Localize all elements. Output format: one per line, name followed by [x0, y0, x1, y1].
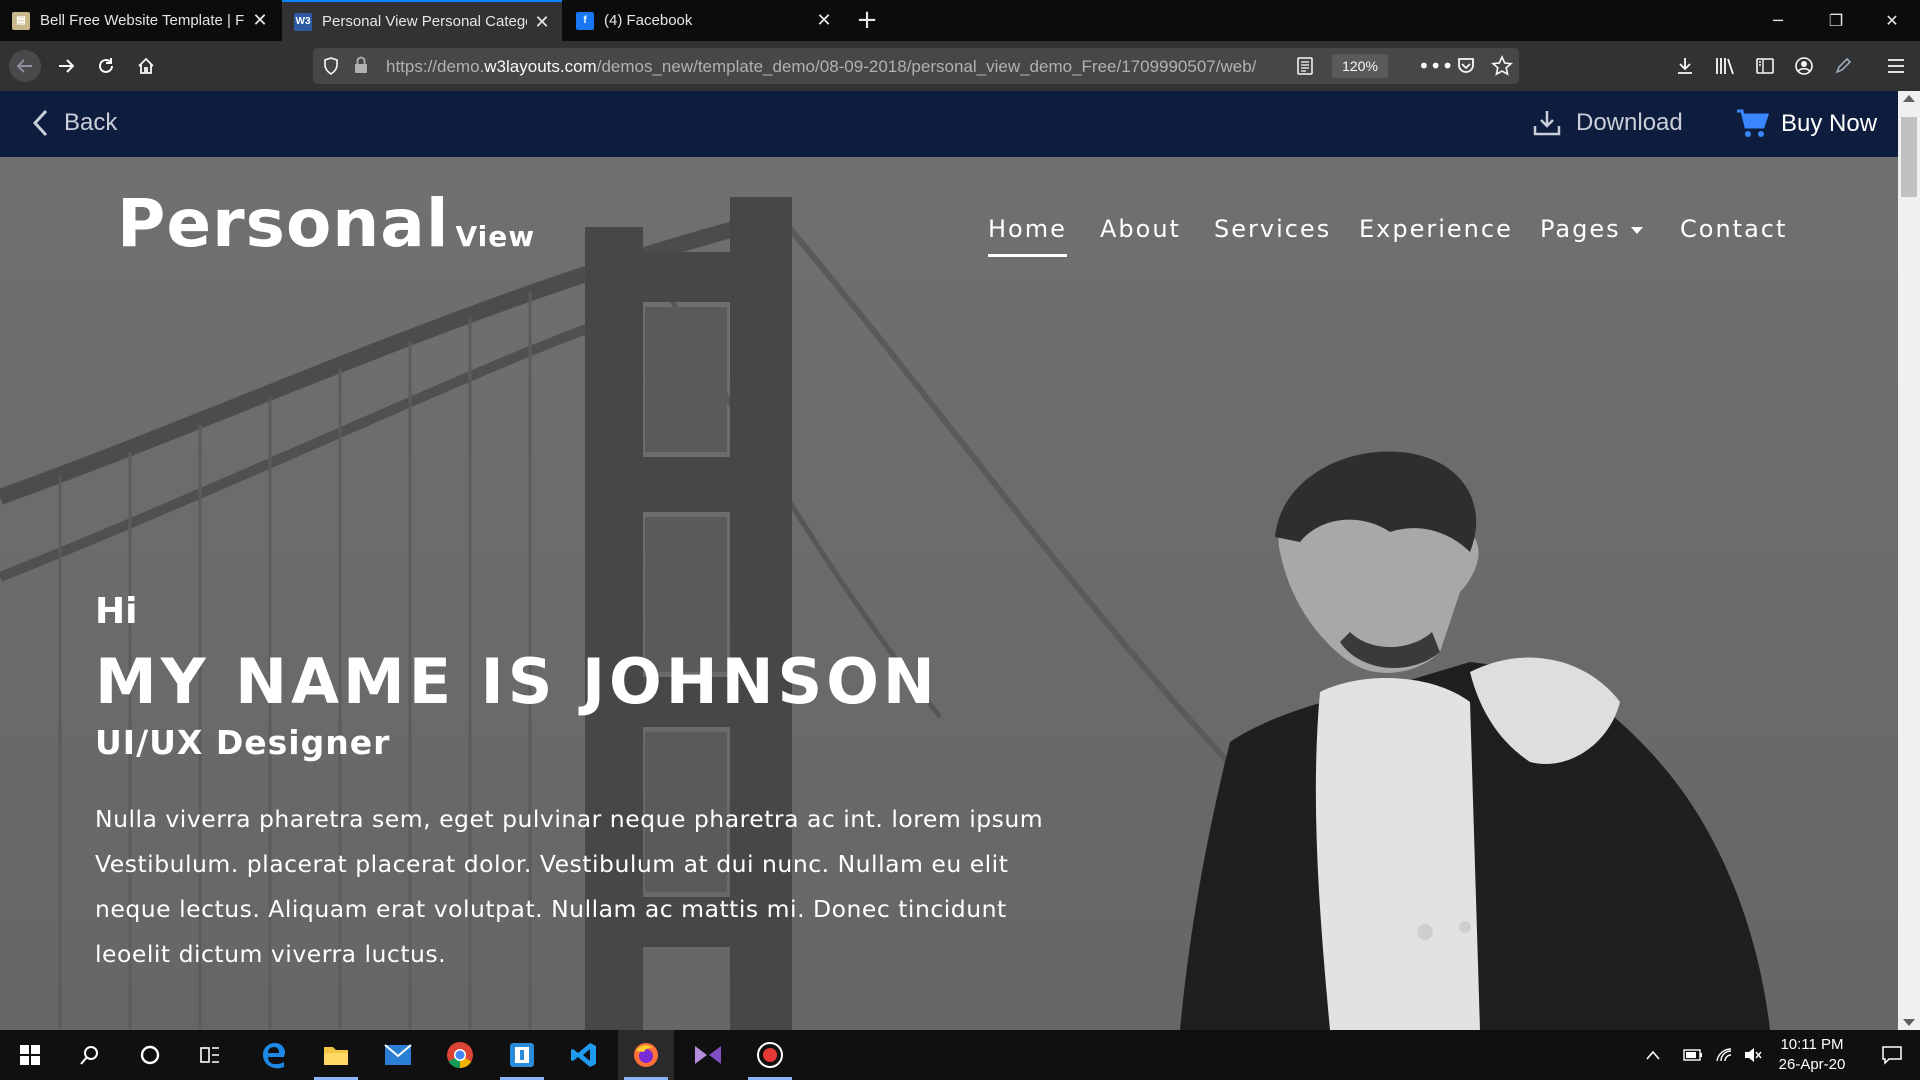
bookmark-star-icon[interactable]	[1491, 55, 1513, 81]
chrome-icon[interactable]	[432, 1030, 488, 1080]
buy-now-button[interactable]: Buy Now	[1735, 108, 1877, 140]
notifications-icon[interactable]	[1864, 1030, 1920, 1080]
back-label: Back	[64, 109, 118, 136]
nav-services[interactable]: Services	[1214, 215, 1331, 243]
close-icon[interactable]: ✕	[532, 12, 552, 32]
library-icon[interactable]	[1709, 50, 1741, 82]
download-button[interactable]: Download	[1532, 108, 1683, 138]
facebook-icon: f	[576, 11, 594, 30]
minimize-button[interactable]: ─	[1750, 0, 1806, 41]
hamburger-menu-icon[interactable]	[1880, 50, 1912, 82]
firefox-icon[interactable]	[618, 1030, 674, 1080]
new-tab-button[interactable]: +	[852, 6, 882, 36]
hero-section: Personal View Home About Services Experie…	[0, 157, 1898, 1030]
windows-taskbar: 10:11 PM 26-Apr-20	[0, 1030, 1920, 1080]
reload-icon[interactable]	[90, 50, 122, 82]
nav-about[interactable]: About	[1100, 215, 1181, 243]
back-link[interactable]: Back	[30, 108, 117, 138]
sidebar-icon[interactable]	[1749, 50, 1781, 82]
scrollbar-thumb[interactable]	[1901, 117, 1917, 197]
browser-nav-bar: https://demo.w3layouts.com/demos_new/tem…	[0, 41, 1920, 91]
caret-down-icon	[1630, 226, 1643, 234]
tab-facebook[interactable]: f (4) Facebook ✕	[564, 0, 844, 41]
hero-headline: MY NAME IS JOHNSON	[95, 645, 939, 718]
url-text: https://demo.w3layouts.com/demos_new/tem…	[386, 57, 1256, 76]
nav-contact[interactable]: Contact	[1680, 215, 1787, 243]
close-icon[interactable]: ✕	[250, 10, 270, 30]
scroll-down-arrow-icon[interactable]	[1903, 1019, 1915, 1026]
tab-personal-view[interactable]: W3 Personal View Personal Catego ✕	[282, 0, 562, 41]
mail-icon[interactable]	[370, 1030, 426, 1080]
file-explorer-icon[interactable]	[308, 1030, 364, 1080]
hero-description: Nulla viverra pharetra sem, eget pulvina…	[95, 805, 1044, 968]
demo-top-bar: Back Download Buy Now	[0, 91, 1898, 157]
pen-extension-icon[interactable]	[1827, 50, 1859, 82]
download-icon	[1533, 111, 1561, 136]
clock-date: 26-Apr-20	[1778, 1056, 1846, 1073]
vscode-icon[interactable]	[556, 1030, 612, 1080]
download-label: Download	[1576, 109, 1683, 136]
brand-subtitle: View	[455, 220, 536, 253]
search-icon[interactable]	[62, 1030, 118, 1080]
hero-role: UI/UX Designer	[95, 723, 391, 762]
windows-start-icon[interactable]	[2, 1030, 58, 1080]
nav-pages-dropdown[interactable]: Pages	[1540, 215, 1643, 243]
cortana-icon[interactable]	[122, 1030, 178, 1080]
zoom-level-button[interactable]: 120%	[1332, 54, 1388, 78]
tab-title: Bell Free Website Template | Fr	[40, 12, 245, 29]
reader-view-icon[interactable]	[1297, 57, 1313, 79]
code-app-icon[interactable]	[494, 1030, 550, 1080]
restore-button[interactable]: ❐	[1808, 0, 1864, 41]
vertical-scrollbar[interactable]	[1898, 91, 1920, 1030]
nav-experience[interactable]: Experience	[1359, 215, 1513, 243]
tab-bell-template[interactable]: ▤ Bell Free Website Template | Fr ✕	[0, 0, 280, 41]
site-logo[interactable]: Personal View	[117, 185, 535, 262]
browser-tab-strip: ▤ Bell Free Website Template | Fr ✕ W3 P…	[0, 0, 1920, 41]
downloads-icon[interactable]	[1669, 50, 1701, 82]
chevron-left-icon	[32, 109, 48, 137]
image-icon: ▤	[12, 11, 30, 30]
home-icon[interactable]	[130, 50, 162, 82]
nav-pages-label: Pages	[1540, 215, 1621, 243]
more-actions-icon[interactable]: •••	[1418, 54, 1453, 78]
scroll-up-arrow-icon[interactable]	[1903, 95, 1915, 102]
tab-title: Personal View Personal Catego	[322, 13, 527, 30]
buy-now-label: Buy Now	[1781, 110, 1878, 137]
close-window-button[interactable]: ✕	[1864, 0, 1920, 41]
system-clock[interactable]: 10:11 PM 26-Apr-20	[1760, 1035, 1864, 1075]
portrait-photo	[1180, 451, 1770, 1030]
chevron-up-icon[interactable]	[1636, 1030, 1670, 1080]
shield-icon[interactable]	[323, 57, 339, 79]
battery-icon[interactable]	[1676, 1030, 1710, 1080]
edge-icon[interactable]	[246, 1030, 302, 1080]
clock-time: 10:11 PM	[1780, 1036, 1844, 1053]
page-viewport: Back Download Buy Now Personal View Home…	[0, 91, 1898, 1030]
task-view-icon[interactable]	[182, 1030, 238, 1080]
w3-icon: W3	[294, 12, 312, 31]
close-icon[interactable]: ✕	[814, 10, 834, 30]
greeting: Hi	[95, 591, 138, 632]
visual-studio-icon[interactable]	[680, 1030, 736, 1080]
nav-home[interactable]: Home	[988, 215, 1067, 257]
brand-name: Personal	[117, 185, 450, 262]
account-icon[interactable]	[1788, 50, 1820, 82]
forward-arrow-icon[interactable]	[50, 50, 82, 82]
screen-recorder-icon[interactable]	[742, 1030, 798, 1080]
tab-title: (4) Facebook	[604, 12, 693, 29]
lock-icon[interactable]	[353, 56, 369, 78]
cart-icon	[1737, 109, 1769, 137]
back-arrow-icon[interactable]	[9, 50, 41, 82]
url-bar[interactable]: https://demo.w3layouts.com/demos_new/tem…	[313, 48, 1519, 84]
pocket-icon[interactable]	[1456, 56, 1476, 80]
